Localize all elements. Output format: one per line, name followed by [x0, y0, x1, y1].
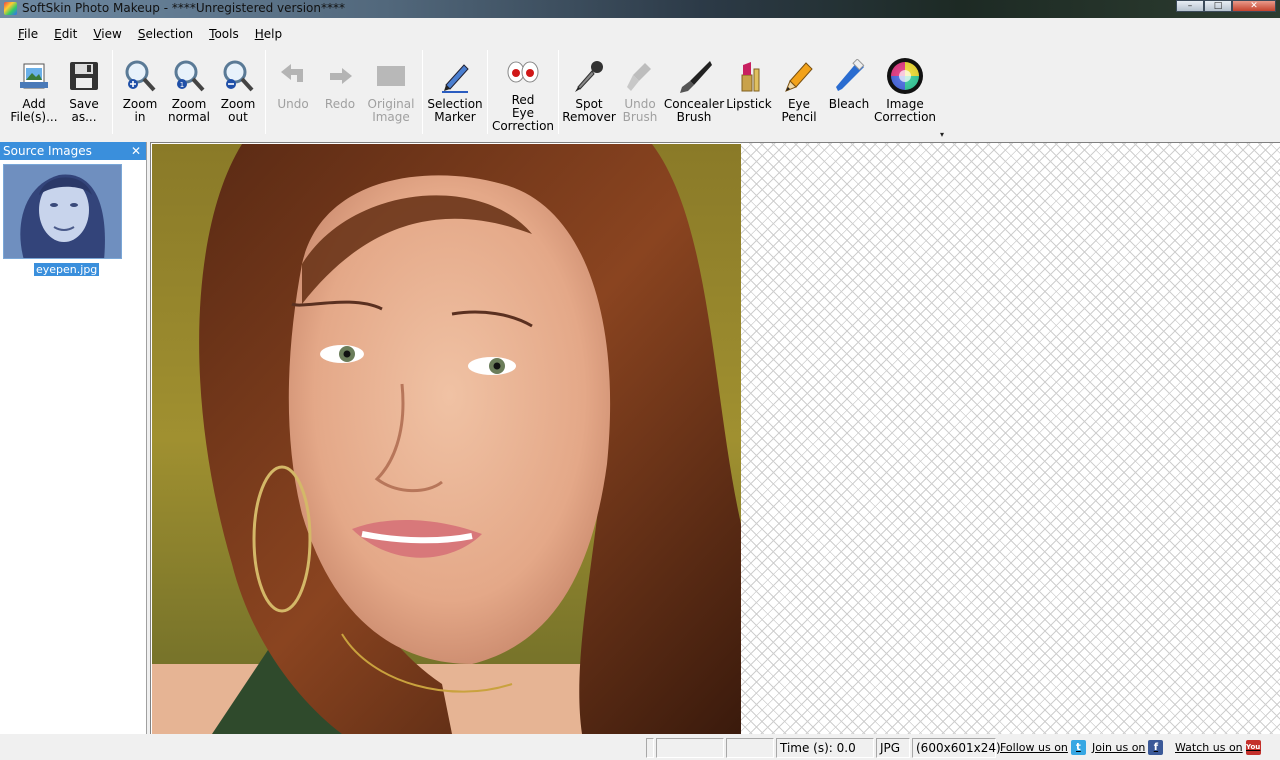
thumbnail-filename[interactable]: eyepen.jpg [34, 263, 100, 276]
follow-twitter-link[interactable]: Follow us on t [1000, 740, 1086, 755]
concealer-brush-button[interactable]: Concealer Brush [664, 46, 724, 138]
status-dimensions: (600x601x24) [912, 738, 1001, 758]
lipstick-button[interactable]: Lipstick [723, 46, 775, 138]
status-cell-empty [726, 738, 774, 758]
youtube-icon: You [1245, 740, 1261, 755]
menu-edit[interactable]: Edit [46, 22, 85, 46]
toolbar-separator [112, 50, 113, 134]
undo-button[interactable]: Undo [270, 46, 316, 138]
add-image-icon [14, 56, 54, 96]
redo-button[interactable]: Redo [316, 46, 364, 138]
pencil-icon [779, 56, 819, 96]
zoom-out-button[interactable]: Zoom out [215, 46, 261, 138]
watch-youtube-link[interactable]: Watch us on You [1175, 740, 1261, 755]
red-eye-icon [503, 52, 543, 92]
join-facebook-link[interactable]: Join us on f [1092, 740, 1164, 755]
image-correction-button[interactable]: Image Correction [874, 46, 936, 138]
menu-tools[interactable]: Tools [201, 22, 247, 46]
lipstick-icon [729, 56, 769, 96]
redo-arrow-icon [320, 56, 360, 96]
dropper-icon [569, 56, 609, 96]
selection-marker-button[interactable]: Selection Marker [427, 46, 483, 138]
spot-remover-button[interactable]: Spot Remover [562, 46, 616, 138]
menu-bar: File Edit View Selection Tools Help [0, 22, 1280, 46]
transparent-canvas-area[interactable] [741, 143, 1280, 734]
app-logo-icon [4, 2, 17, 15]
source-images-header: Source Images ✕ [0, 142, 146, 160]
toolbar-overflow-icon[interactable]: ▾ [940, 130, 944, 139]
twitter-icon: t [1070, 740, 1086, 755]
title-bar: SoftSkin Photo Makeup - ****Unregistered… [0, 0, 1280, 18]
color-wheel-icon [885, 56, 925, 96]
toolbar-separator [422, 50, 423, 134]
toolbar-separator [558, 50, 559, 134]
svg-text:1: 1 [180, 81, 184, 89]
menu-selection[interactable]: Selection [130, 22, 201, 46]
menu-file[interactable]: File [10, 22, 46, 46]
minimize-button[interactable]: – [1176, 0, 1204, 12]
portrait-photo[interactable] [152, 144, 741, 734]
status-cell-empty [656, 738, 724, 758]
source-images-panel: Source Images ✕ eyepen.jpg [0, 142, 147, 734]
eye-pencil-button[interactable]: Eye Pencil [775, 46, 823, 138]
panel-close-icon[interactable]: ✕ [131, 142, 141, 160]
add-files-button[interactable]: Add File(s)... [8, 46, 60, 138]
toolbar-separator [265, 50, 266, 134]
status-time: Time (s): 0.0 [776, 738, 874, 758]
original-image-icon [371, 56, 411, 96]
brush-icon [674, 56, 714, 96]
status-format: JPG [876, 738, 910, 758]
undo-arrow-icon [273, 56, 313, 96]
floppy-disk-icon [64, 56, 104, 96]
undo-brush-button[interactable]: Undo Brush [615, 46, 665, 138]
menu-help[interactable]: Help [247, 22, 290, 46]
menu-view[interactable]: View [85, 22, 129, 46]
close-button[interactable]: ✕ [1232, 0, 1276, 12]
maximize-button[interactable]: □ [1204, 0, 1232, 12]
image-canvas[interactable] [150, 142, 1280, 734]
panel-title: Source Images [3, 144, 92, 158]
red-eye-correction-button[interactable]: Red Eye Correction [492, 46, 554, 138]
original-image-button[interactable]: Original Image [364, 46, 418, 138]
undo-brush-icon [620, 56, 660, 96]
zoom-in-icon [120, 56, 160, 96]
image-thumbnail[interactable] [3, 164, 122, 259]
status-progress-cell [646, 738, 654, 758]
bleach-button[interactable]: Bleach [823, 46, 875, 138]
toolbar: Add File(s)... Save as... Zoom in 1 Zoom… [0, 46, 1280, 140]
zoom-in-button[interactable]: Zoom in [117, 46, 163, 138]
facebook-icon: f [1148, 740, 1164, 755]
window-controls: – □ ✕ [1176, 0, 1276, 12]
status-bar: Time (s): 0.0 JPG (600x601x24) Follow us… [0, 736, 1280, 760]
marker-pen-icon [435, 56, 475, 96]
window-title: SoftSkin Photo Makeup - ****Unregistered… [22, 1, 346, 15]
save-as-button[interactable]: Save as... [60, 46, 108, 138]
toolbar-separator [487, 50, 488, 134]
toothbrush-icon [829, 56, 869, 96]
zoom-out-icon [218, 56, 258, 96]
zoom-normal-button[interactable]: 1 Zoom normal [163, 46, 215, 138]
zoom-normal-icon: 1 [169, 56, 209, 96]
